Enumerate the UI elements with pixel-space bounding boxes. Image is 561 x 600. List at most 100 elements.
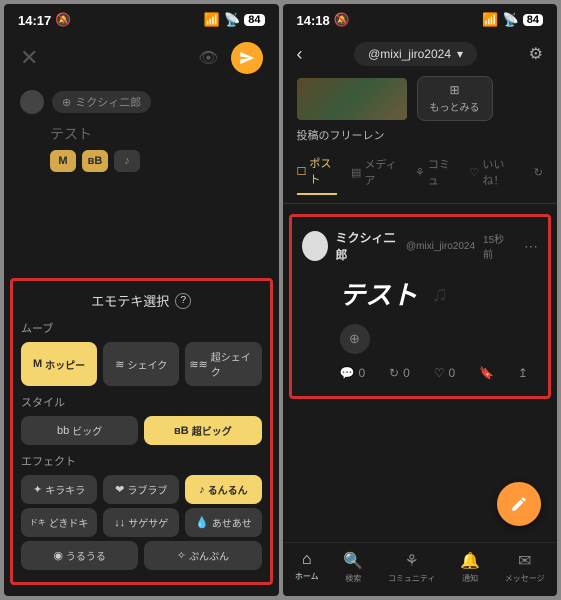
handle-dropdown[interactable]: @mixi_jiro2024 ▾ [354, 42, 477, 66]
zoom-button[interactable]: ⊕ [340, 324, 370, 354]
compose-header: ✕ 👁 [4, 32, 279, 84]
option-punpun[interactable]: ✧ぷんぷん [144, 541, 261, 570]
send-button[interactable] [231, 42, 263, 74]
tab-like[interactable]: ♡いいね！ [470, 155, 520, 195]
nav-home[interactable]: ⌂ホーム [295, 551, 319, 584]
status-bar: 14:18 🔕 📶 📡 84 [283, 4, 558, 32]
banner-row: ⊞ もっとみる [283, 76, 558, 121]
panel-title: エモテキ選択 ? [21, 291, 262, 310]
bookmark-icon: 🔖 [479, 366, 494, 380]
option-label: シェイク [127, 357, 167, 372]
post-text: テスト [340, 275, 418, 312]
option-label: るんるん [208, 482, 248, 497]
bottom-nav: ⌂ホーム 🔍検索 ⚘コミュニティ 🔔通知 ✉メッセージ [283, 542, 558, 596]
post-icon: ☐ [297, 165, 307, 178]
qr-icon: ⊞ [430, 83, 480, 97]
tab-media[interactable]: ▤メディア [351, 155, 401, 195]
help-icon[interactable]: ? [175, 293, 191, 309]
option-kirakira[interactable]: ✦キラキラ [21, 475, 97, 504]
handle-text: @mixi_jiro2024 [368, 47, 451, 61]
post-highlight: ミクシィ二郎 @mixi_jiro2024 15秒前 ⋯ テスト ♫ ⊕ 💬0 … [289, 214, 552, 399]
nav-messages[interactable]: ✉メッセージ [505, 551, 545, 584]
repost-action[interactable]: ↻0 [389, 366, 410, 380]
reply-action[interactable]: 💬0 [340, 366, 366, 380]
option-label: サゲサゲ [128, 515, 168, 530]
style-chip[interactable]: ʙB [82, 150, 108, 172]
more-button[interactable]: ⊞ もっとみる [417, 76, 493, 121]
avatar[interactable] [302, 231, 328, 261]
post-body: テスト ♫ [302, 263, 539, 324]
compose-text[interactable]: テスト [50, 124, 263, 144]
effect-label: エフェクト [21, 453, 262, 469]
note-icon: ♪ [199, 484, 205, 496]
panel-title-text: エモテキ選択 [91, 291, 169, 310]
bb-icon: bb [57, 425, 69, 437]
option-uruuru[interactable]: ◉うるうる [21, 541, 138, 570]
option-hoppy[interactable]: Mホッピー [21, 342, 97, 386]
share-action[interactable]: ↥ [518, 366, 528, 380]
tab-post[interactable]: ☐ポスト [297, 155, 338, 195]
option-asease[interactable]: 💧あせあせ [185, 508, 261, 537]
repost-icon: ↻ [389, 366, 399, 380]
wave-icon: ≋ [115, 358, 124, 371]
option-label: ラブラブ [127, 482, 167, 497]
option-runrun[interactable]: ♪るんるん [185, 475, 261, 504]
effect-row-3: ◉うるうる ✧ぷんぷん [21, 541, 262, 570]
tab-community[interactable]: ⚘コミュ [415, 155, 456, 195]
media-icon: ▤ [351, 166, 361, 179]
effect-chip[interactable]: ♪ [114, 150, 140, 172]
status-bar: 14:17 🔕 📶 📡 84 [4, 4, 279, 32]
share-icon: ↥ [518, 366, 528, 380]
community-icon: ⚘ [405, 551, 419, 571]
move-label: ムーブ [21, 320, 262, 336]
signal-icon: 📶 [482, 12, 498, 28]
angry-icon: ✧ [177, 549, 186, 562]
gear-icon[interactable]: ⚙ [529, 44, 543, 64]
close-button[interactable]: 閉じる [4, 585, 279, 596]
music-note-icon: ♫ [432, 281, 449, 307]
emoteki-panel: エモテキ選択 ? ムーブ Mホッピー ≋シェイク ≋≋超シェイク スタイル bb… [10, 278, 273, 585]
heart-icon: ♡ [434, 366, 445, 380]
status-time: 14:18 [297, 13, 330, 28]
post-time: 15秒前 [483, 231, 510, 261]
option-super-shake[interactable]: ≋≋超シェイク [185, 342, 261, 386]
option-lovelove[interactable]: ❤ラブラブ [103, 475, 179, 504]
community-icon: ⚘ [415, 166, 425, 179]
more-icon[interactable]: ⋯ [524, 238, 538, 255]
banner-image[interactable] [297, 78, 407, 120]
tab-label: コミュ [428, 156, 456, 188]
hoppy-chip[interactable]: M [50, 150, 76, 172]
left-screenshot: 14:17 🔕 📶 📡 84 ✕ 👁 ⊕ [4, 4, 279, 596]
nav-notifications[interactable]: 🔔通知 [460, 551, 480, 584]
user-chip[interactable]: ⊕ ミクシィ二郎 [52, 91, 151, 113]
close-icon[interactable]: ✕ [20, 45, 38, 71]
option-big[interactable]: bbビッグ [21, 416, 138, 445]
down-icon: ↓↓ [114, 517, 125, 529]
option-label: ホッピー [45, 357, 85, 372]
tab-repost[interactable]: ↻ [534, 155, 543, 195]
compose-fab[interactable] [497, 482, 541, 526]
nav-label: 通知 [462, 573, 478, 584]
option-super-big[interactable]: ʙB超ビッグ [144, 416, 261, 445]
home-icon: ⌂ [302, 551, 312, 569]
nav-label: 検索 [345, 573, 361, 584]
option-sagesage[interactable]: ↓↓サゲサゲ [103, 508, 179, 537]
option-label: あせあせ [212, 515, 252, 530]
option-shake[interactable]: ≋シェイク [103, 342, 179, 386]
back-icon[interactable]: ‹ [297, 44, 303, 65]
style-row: bbビッグ ʙB超ビッグ [21, 416, 262, 445]
tabs: ☐ポスト ▤メディア ⚘コミュ ♡いいね！ ↻ [283, 155, 558, 204]
wifi-icon: 📡 [503, 12, 519, 28]
option-dokidoki[interactable]: ドキどきドキ [21, 508, 97, 537]
style-label: スタイル [21, 394, 262, 410]
bookmark-action[interactable]: 🔖 [479, 366, 494, 380]
like-action[interactable]: ♡0 [434, 366, 455, 380]
heart-icon: ❤ [115, 483, 124, 496]
visibility-icon[interactable]: 👁 [198, 48, 218, 68]
more-label: もっとみる [430, 103, 480, 114]
post[interactable]: ミクシィ二郎 @mixi_jiro2024 15秒前 ⋯ テスト ♫ ⊕ 💬0 … [292, 217, 549, 396]
nav-community[interactable]: ⚘コミュニティ [388, 551, 436, 584]
nav-search[interactable]: 🔍検索 [343, 551, 363, 584]
signal-icon: 📶 [204, 12, 220, 28]
tab-label: メディア [364, 156, 401, 188]
